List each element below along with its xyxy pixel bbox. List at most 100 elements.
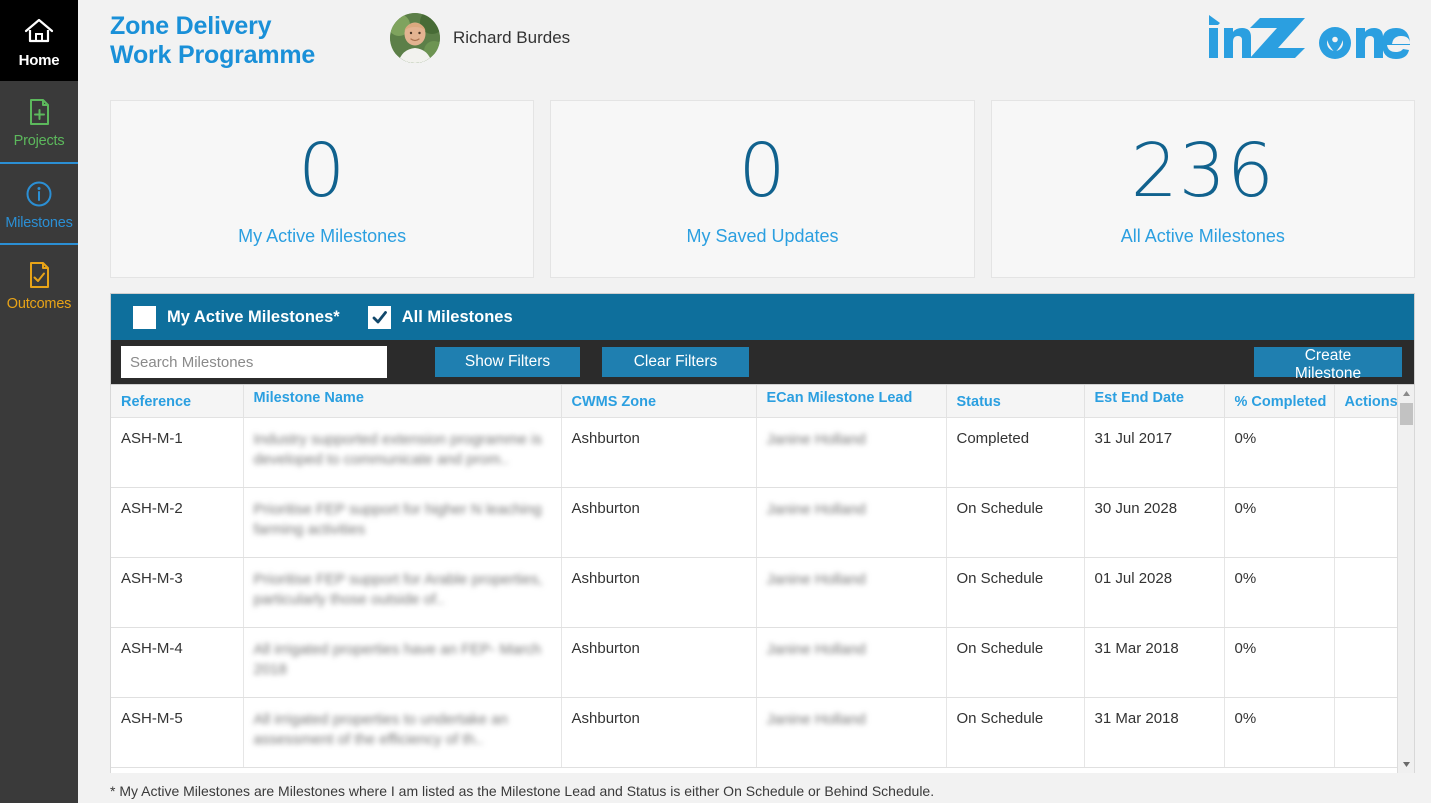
stat-card-label: All Active Milestones (1120, 225, 1285, 246)
user-profile[interactable]: Richard Burdes (390, 13, 570, 63)
column-header-percent-completed[interactable]: % Completed (1224, 385, 1335, 418)
cell-status: On Schedule (946, 627, 1085, 698)
stat-card-my-saved-updates[interactable]: 0 My Saved Updates (550, 100, 975, 278)
milestones-table: Reference Milestone Name CWMS Zone ECan … (111, 385, 1414, 768)
cell-percent-completed: 0% (1224, 697, 1335, 768)
checkbox-all-milestones[interactable]: All Milestones (367, 305, 513, 329)
sidebar-item-outcomes[interactable]: Outcomes (0, 243, 78, 324)
cell-est-end-date: 31 Mar 2018 (1084, 627, 1225, 698)
column-header-status[interactable]: Status (946, 385, 1085, 418)
cell-percent-completed: 0% (1224, 557, 1335, 628)
stat-card-all-active-milestones[interactable]: 236 All Active Milestones (990, 100, 1415, 278)
checkbox-my-active-milestones-label: My Active Milestones* (167, 307, 340, 326)
cell-est-end-date: 30 Jun 2028 (1084, 487, 1225, 558)
checkbox-box-unchecked[interactable] (133, 305, 156, 329)
ecan-lead-text: Janine Holland (766, 501, 866, 518)
cell-percent-completed: 0% (1224, 627, 1335, 698)
avatar (390, 13, 440, 63)
cell-ecan-lead: Janine Holland (756, 627, 947, 698)
stat-card-label: My Saved Updates (686, 225, 839, 246)
check-icon (372, 310, 387, 323)
cell-milestone-name: Industry supported extension programme i… (243, 417, 562, 488)
cell-est-end-date: 31 Mar 2018 (1084, 697, 1225, 768)
checkbox-my-active-milestones[interactable]: My Active Milestones* (133, 305, 340, 329)
document-check-icon (22, 258, 56, 292)
cell-milestone-name: Prioritise FEP support for Arable proper… (243, 557, 562, 628)
cell-cwms-zone: Ashburton (561, 627, 757, 698)
page-title-line2: Work Programme (110, 41, 316, 69)
cell-percent-completed: 0% (1224, 487, 1335, 558)
cell-status: On Schedule (946, 557, 1085, 628)
stat-cards: 0 My Active Milestones 0 My Saved Update… (110, 100, 1415, 278)
scroll-down-icon[interactable] (1398, 756, 1414, 773)
scrollbar-thumb[interactable] (1400, 403, 1413, 425)
cell-cwms-zone: Ashburton (561, 557, 757, 628)
search-input[interactable] (121, 346, 387, 378)
milestones-table-container: Reference Milestone Name CWMS Zone ECan … (110, 385, 1415, 773)
stat-card-my-active-milestones[interactable]: 0 My Active Milestones (110, 100, 535, 278)
column-header-reference[interactable]: Reference (111, 385, 244, 418)
sidebar-item-home[interactable]: Home (0, 0, 78, 81)
table-row[interactable]: ASH-M-5 All irrigated properties to unde… (111, 697, 1414, 768)
stat-card-value: 0 (738, 127, 787, 214)
cell-status: Completed (946, 417, 1085, 488)
table-row[interactable]: ASH-M-1 Industry supported extension pro… (111, 417, 1414, 488)
cell-status: On Schedule (946, 487, 1085, 558)
stat-card-value: 0 (298, 127, 347, 214)
table-header-row: Reference Milestone Name CWMS Zone ECan … (111, 385, 1414, 418)
checkbox-box-checked[interactable] (367, 305, 391, 329)
filter-actions: Show Filters Clear Filters Create Milest… (111, 340, 1414, 384)
show-filters-button[interactable]: Show Filters (435, 347, 580, 377)
page-title: Zone Delivery Work Programme (110, 12, 315, 70)
cell-milestone-name: All irrigated properties have an FEP- Ma… (243, 627, 562, 698)
table-head: Reference Milestone Name CWMS Zone ECan … (111, 385, 1414, 418)
ecan-lead-text: Janine Holland (766, 641, 866, 658)
cell-reference: ASH-M-2 (111, 487, 244, 558)
cell-cwms-zone: Ashburton (561, 417, 757, 488)
sidebar-item-home-label: Home (18, 52, 60, 69)
page-title-line1: Zone Delivery (110, 12, 272, 40)
cell-milestone-name: All irrigated properties to undertake an… (243, 697, 562, 768)
table-row[interactable]: ASH-M-4 All irrigated properties have an… (111, 627, 1414, 698)
sidebar: Home Projects Milestones Outcomes (0, 0, 78, 803)
cell-cwms-zone: Ashburton (561, 487, 757, 558)
stat-card-label: My Active Milestones (238, 225, 407, 246)
scroll-up-icon[interactable] (1398, 385, 1414, 402)
column-header-est-end-date[interactable]: Est End Date (1084, 385, 1225, 418)
milestone-name-text: All irrigated properties have an FEP- Ma… (253, 641, 542, 678)
home-icon (22, 14, 56, 48)
cell-cwms-zone: Ashburton (561, 697, 757, 768)
column-header-milestone-name[interactable]: Milestone Name (243, 385, 562, 418)
cell-ecan-lead: Janine Holland (756, 557, 947, 628)
milestone-name-text: All irrigated properties to undertake an… (253, 711, 508, 748)
cell-milestone-name: Prioritise FEP support for higher N leac… (243, 487, 562, 558)
checkbox-all-milestones-label: All Milestones (401, 307, 513, 326)
document-plus-icon (22, 95, 56, 129)
column-header-ecan-lead[interactable]: ECan Milestone Lead (756, 385, 947, 418)
cell-reference: ASH-M-5 (111, 697, 244, 768)
table-vertical-scrollbar[interactable] (1397, 385, 1414, 773)
clear-filters-button[interactable]: Clear Filters (602, 347, 749, 377)
info-circle-icon (22, 177, 56, 211)
main-content: Zone Delivery Work Programme Richard Bur… (78, 0, 1431, 803)
table-row[interactable]: ASH-M-3 Prioritise FEP support for Arabl… (111, 557, 1414, 628)
create-milestone-button[interactable]: Create Milestone (1254, 347, 1402, 382)
sidebar-item-projects-label: Projects (13, 133, 65, 150)
sidebar-item-milestones[interactable]: Milestones (0, 162, 78, 243)
footnote: * My Active Milestones are Milestones wh… (110, 783, 935, 799)
cell-ecan-lead: Janine Holland (756, 417, 947, 488)
milestone-name-text: Prioritise FEP support for Arable proper… (253, 571, 543, 608)
sidebar-item-outcomes-label: Outcomes (6, 295, 72, 312)
app-root: Home Projects Milestones Outcomes Zone D… (0, 0, 1431, 803)
column-header-cwms-zone[interactable]: CWMS Zone (561, 385, 757, 418)
ecan-lead-text: Janine Holland (766, 571, 866, 588)
ecan-lead-text: Janine Holland (766, 711, 866, 728)
sidebar-item-projects[interactable]: Projects (0, 81, 78, 162)
stat-card-value: 236 (1130, 127, 1275, 214)
table-row[interactable]: ASH-M-2 Prioritise FEP support for highe… (111, 487, 1414, 558)
cell-reference: ASH-M-4 (111, 627, 244, 698)
cell-percent-completed: 0% (1224, 417, 1335, 488)
filter-toggles: My Active Milestones* All Milestones (111, 294, 1414, 340)
cell-ecan-lead: Janine Holland (756, 697, 947, 768)
milestone-name-text: Industry supported extension programme i… (253, 431, 542, 468)
